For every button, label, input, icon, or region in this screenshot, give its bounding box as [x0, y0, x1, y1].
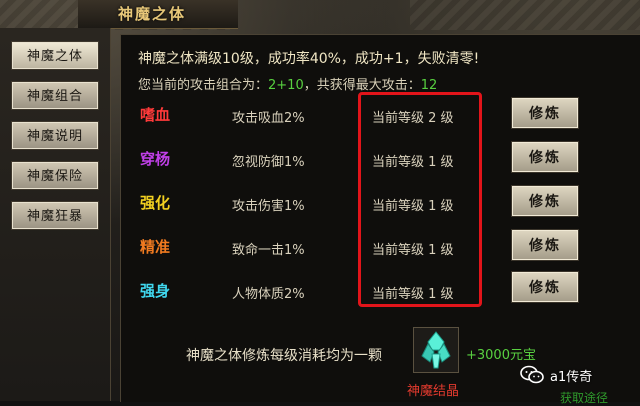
frame-ornament-right [410, 0, 640, 30]
attribute-name: 嗜血 [140, 106, 171, 124]
crystal-item-name: 神魔结晶 [407, 384, 460, 399]
reward-text: +3000元宝 [466, 348, 536, 363]
attribute-effect: 攻击伤害1% [232, 199, 305, 214]
watermark: a1传奇 [520, 362, 592, 388]
sidebar-item-shenmo-body[interactable]: 神魔之体 [11, 41, 99, 70]
attribute-effect: 人物体质2% [232, 287, 305, 302]
wechat-icon [520, 365, 544, 384]
sidebar-item-shenmo-insurance[interactable]: 神魔保险 [11, 161, 99, 190]
headline-text: 神魔之体满级10级，成功率40%，成功+1，失败清零! [138, 51, 480, 67]
attribute-effect: 攻击吸血2% [232, 111, 305, 126]
combo-line: 您当前的攻击组合为：2+10，共获得最大攻击：12 [138, 74, 437, 93]
watermark-text: a1传奇 [550, 369, 593, 385]
train-button[interactable]: 修炼 [511, 229, 579, 261]
attribute-effect: 致命一击1% [232, 243, 305, 258]
train-button[interactable]: 修炼 [511, 97, 579, 129]
train-button[interactable]: 修炼 [511, 141, 579, 173]
crystal-icon [421, 331, 451, 369]
train-button[interactable]: 修炼 [511, 185, 579, 217]
combo-mid: ，共获得最大攻击： [303, 78, 421, 93]
sidebar-item-shenmo-help[interactable]: 神魔说明 [11, 121, 99, 150]
attribute-name: 穿杨 [140, 150, 171, 168]
attribute-effect: 忽视防御1% [232, 155, 305, 170]
acquire-link[interactable]: 获取途径 [560, 389, 608, 406]
train-button[interactable]: 修炼 [511, 271, 579, 303]
window-title: 神魔之体 [118, 5, 187, 23]
level-highlight-box [358, 92, 482, 307]
combo-value: 2+10 [268, 78, 304, 93]
sidebar-item-shenmo-berserk[interactable]: 神魔狂暴 [11, 201, 99, 230]
crystal-item-slot[interactable] [413, 327, 459, 373]
max-attack-value: 12 [420, 78, 438, 93]
combo-prefix: 您当前的攻击组合为： [138, 78, 269, 93]
sidebar-item-shenmo-combo[interactable]: 神魔组合 [11, 81, 99, 110]
cost-text: 神魔之体修炼每级消耗均为一颗 [186, 348, 382, 364]
attribute-name: 强身 [140, 282, 171, 300]
attribute-name: 精准 [140, 238, 171, 256]
attribute-name: 强化 [140, 194, 171, 212]
